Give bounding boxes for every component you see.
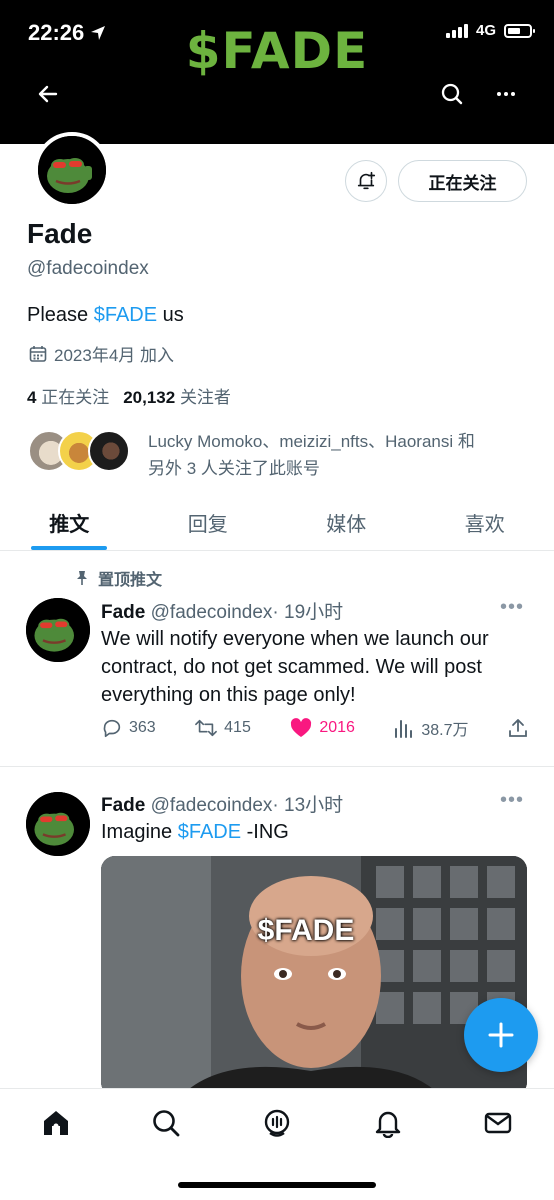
tweet-divider: [0, 766, 554, 767]
bio-text-suffix: us: [157, 304, 184, 326]
tweet-handle[interactable]: @fadecoindex: [151, 795, 273, 816]
tab-replies[interactable]: 回复: [139, 495, 278, 550]
like-button[interactable]: 2016: [289, 717, 355, 739]
tweet-header: Fade @fadecoindex· 19小时: [101, 597, 343, 624]
joined-date: 2023年4月 加入: [28, 341, 174, 366]
tweet-avatar[interactable]: [26, 598, 90, 662]
followers-count: 20,132: [123, 388, 176, 407]
tab-media[interactable]: 媒体: [277, 495, 416, 550]
home-icon[interactable]: [36, 1103, 76, 1143]
like-count: 2016: [319, 719, 355, 736]
following-button[interactable]: 正在关注: [398, 160, 527, 202]
tweet-text-prefix: Imagine: [101, 821, 178, 843]
pepe-avatar-image: [26, 598, 90, 662]
heart-filled-icon: [291, 718, 312, 737]
followers-label: 关注者: [179, 388, 231, 407]
bell-plus-icon: [357, 171, 376, 190]
calendar-icon: [29, 345, 47, 362]
retweet-icon: [195, 719, 218, 737]
mutuals-text: Lucky Momoko、meizizi_nfts、Haoransi 和 另外 …: [148, 428, 475, 482]
more-icon[interactable]: [490, 78, 522, 110]
views-button[interactable]: 38.7万: [393, 716, 469, 740]
spaces-icon[interactable]: [257, 1103, 297, 1143]
reply-count: 363: [129, 719, 156, 736]
tweet-cashtag-link[interactable]: $FADE: [178, 821, 241, 843]
analytics-icon: [395, 720, 413, 738]
mutuals-line: Lucky Momoko、meizizi_nfts、Haoransi 和: [148, 432, 475, 451]
profile-avatar[interactable]: [34, 132, 110, 208]
tweet-handle[interactable]: @fadecoindex: [151, 602, 273, 623]
following-count: 4: [27, 388, 37, 407]
meme-photo: [101, 856, 527, 1096]
profile-name: Fade: [27, 218, 93, 249]
tweet-author[interactable]: Fade: [101, 795, 145, 816]
view-count: 38.7万: [421, 722, 469, 739]
tweet-author[interactable]: Fade: [101, 602, 145, 623]
banner-brand-text: $FADE: [185, 22, 369, 80]
tab-tweets[interactable]: 推文: [0, 495, 139, 550]
back-arrow-icon[interactable]: [32, 78, 64, 110]
search-icon[interactable]: [146, 1103, 186, 1143]
reply-icon: [103, 719, 121, 738]
profile-bio: Please $FADE us: [27, 304, 184, 327]
profile-handle: @fadecoindex: [27, 258, 149, 279]
retweet-count: 415: [224, 719, 251, 736]
tweet-media-image[interactable]: $FADE: [101, 856, 527, 1096]
pepe-avatar-image: [38, 136, 106, 204]
followers-stat[interactable]: 20,132 关注者: [123, 383, 231, 408]
messages-icon[interactable]: [478, 1103, 518, 1143]
notification-subscribe-button[interactable]: [345, 160, 387, 202]
pin-icon: [77, 571, 87, 585]
reply-button[interactable]: 363: [101, 717, 156, 739]
tweet-time: · 13小时: [272, 795, 344, 816]
pinned-label: 置顶推文: [98, 572, 163, 589]
profile-tabs: 推文 回复 媒体 喜欢: [0, 495, 554, 551]
tweet-header: Fade @fadecoindex· 13小时: [101, 790, 343, 817]
mutual-avatars: [28, 428, 136, 474]
pepe-avatar-image: [26, 792, 90, 856]
mutuals-line: 另外 3 人关注了此账号: [148, 459, 320, 478]
media-caption: $FADE: [257, 914, 355, 947]
share-icon: [509, 719, 527, 737]
tab-likes[interactable]: 喜欢: [416, 495, 554, 550]
followers-you-know[interactable]: Lucky Momoko、meizizi_nfts、Haoransi 和 另外 …: [28, 428, 475, 482]
follow-stats: 4 正在关注 20,132 关注者: [27, 383, 231, 408]
tweet-avatar[interactable]: [26, 792, 90, 856]
bio-cashtag-link[interactable]: $FADE: [94, 304, 157, 326]
tweet-text: Imagine $FADE -ING: [101, 818, 531, 846]
tweet-time: · 19小时: [272, 602, 344, 623]
notifications-icon[interactable]: [368, 1103, 408, 1143]
search-icon[interactable]: [436, 78, 468, 110]
following-stat[interactable]: 4 正在关注: [27, 383, 109, 408]
home-indicator: [178, 1182, 376, 1188]
joined-text: 2023年4月 加入: [54, 346, 174, 365]
bio-text: Please: [27, 304, 94, 326]
following-label: 正在关注: [41, 388, 110, 407]
tweet-actions: 363 415 2016 38.7万: [101, 716, 529, 740]
tweet-more-icon[interactable]: •••: [500, 596, 524, 619]
tweet-text: We will notify everyone when we launch o…: [101, 628, 489, 706]
retweet-button[interactable]: 415: [194, 717, 251, 739]
tweet-more-icon[interactable]: •••: [500, 789, 524, 812]
tweet-text-suffix: -ING: [241, 821, 289, 843]
share-button[interactable]: [507, 717, 529, 739]
profile-header-banner: 22:26 4G $FADE: [0, 0, 554, 144]
plus-icon: [488, 1022, 514, 1048]
compose-tweet-button[interactable]: [464, 998, 538, 1072]
mutual-avatar: [88, 430, 130, 472]
pinned-indicator: 置顶推文: [74, 566, 162, 590]
